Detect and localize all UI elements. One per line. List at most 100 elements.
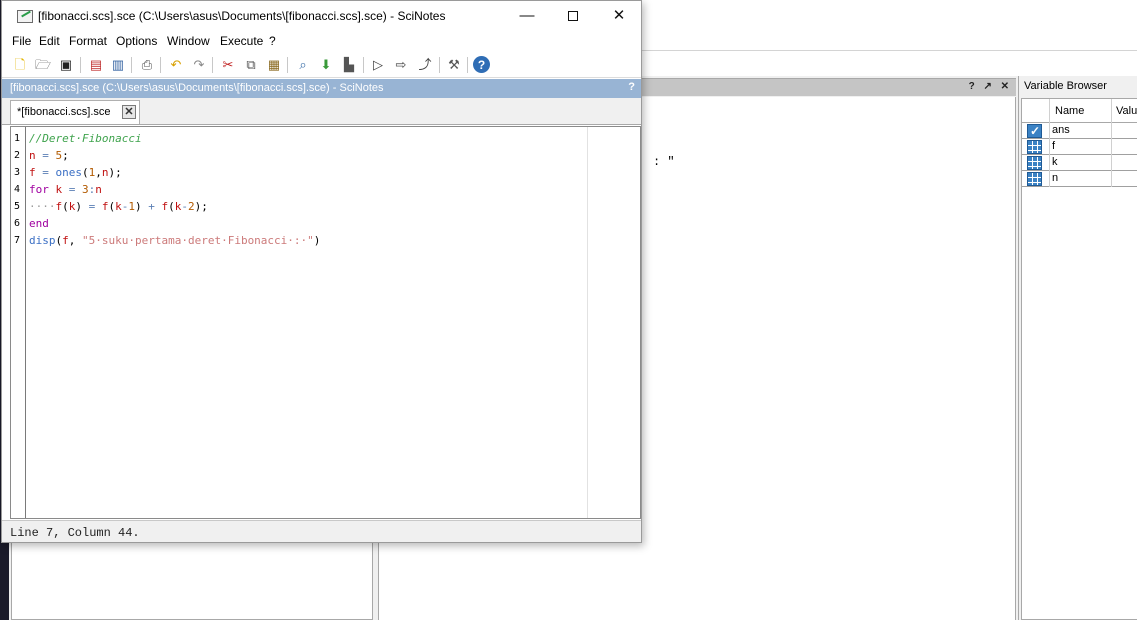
code-line[interactable]: ····f(k) = f(k-1) + f(k-2); bbox=[29, 198, 208, 215]
code-line[interactable]: f = ones(1,n); bbox=[29, 164, 122, 181]
line-number-gutter: 1 2 3 4 5 6 7 bbox=[11, 127, 26, 518]
code-token: n bbox=[101, 166, 109, 179]
variable-table-header: Name Value bbox=[1022, 99, 1137, 123]
line-number: 4 bbox=[14, 184, 21, 195]
save-icon[interactable]: ▤ bbox=[87, 56, 105, 74]
check-icon: ✓ bbox=[1027, 124, 1042, 138]
code-token: ; bbox=[62, 149, 69, 162]
code-token: disp bbox=[29, 234, 56, 247]
toolbar-separator bbox=[80, 57, 81, 73]
desktop: ? ↗ ✕ : " Variable Browser Name Value ✓ … bbox=[0, 0, 1137, 620]
code-token: 1 bbox=[128, 200, 135, 213]
scinotes-app-icon bbox=[17, 10, 33, 23]
code-line[interactable]: disp(f, "5·suku·pertama·deret·Fibonacci·… bbox=[29, 232, 320, 249]
menu-file[interactable]: File bbox=[12, 34, 31, 48]
redo-icon[interactable]: ↷ bbox=[190, 56, 208, 74]
menu-execute[interactable]: Execute bbox=[220, 34, 263, 48]
print-icon[interactable]: ⎙ bbox=[138, 56, 156, 74]
variable-row-f[interactable]: f bbox=[1022, 139, 1137, 155]
help-icon[interactable]: ? bbox=[473, 56, 490, 73]
cursor-position: Line 7, Column 44. bbox=[10, 526, 140, 540]
code-token: f bbox=[62, 234, 69, 247]
new-file-icon[interactable]: 🗋 bbox=[11, 56, 29, 74]
panel-splitter[interactable] bbox=[373, 540, 378, 620]
code-token: ( bbox=[62, 200, 69, 213]
code-editor[interactable]: 1234567 //Deret·Fibonacci n = 5; f = ones(… bbox=[10, 126, 641, 519]
menu-help[interactable]: ? bbox=[269, 34, 276, 48]
menu-options[interactable]: Options bbox=[116, 34, 157, 48]
console-header: ? ↗ ✕ bbox=[642, 78, 1016, 96]
toolbar-separator bbox=[212, 57, 213, 73]
file-browser-panel[interactable] bbox=[11, 540, 373, 620]
line-number: 6 bbox=[14, 218, 21, 229]
minimize-button[interactable]: — bbox=[504, 1, 550, 32]
code-token: for bbox=[29, 183, 49, 196]
cut-icon[interactable]: ✂ bbox=[219, 56, 237, 74]
run-selection-icon[interactable]: ⇨ bbox=[392, 56, 410, 74]
open-folder-icon[interactable]: ▣ bbox=[57, 56, 75, 74]
close-tab-icon[interactable]: ✕ bbox=[122, 105, 136, 119]
run-all-icon[interactable]: ⤴ bbox=[416, 56, 434, 74]
variable-name: n bbox=[1049, 171, 1111, 187]
minimize-icon: — bbox=[519, 7, 535, 24]
variable-name: ans bbox=[1049, 123, 1111, 139]
code-token: ) bbox=[313, 234, 321, 247]
variable-row-n[interactable]: n bbox=[1022, 171, 1137, 187]
code-token: //Deret·Fibonacci bbox=[29, 132, 142, 145]
matrix-icon bbox=[1027, 156, 1042, 170]
variable-table[interactable]: Name Value ✓ ans f k n bbox=[1021, 98, 1137, 620]
code-token: , bbox=[68, 234, 82, 247]
close-button[interactable]: ✕ bbox=[596, 1, 642, 32]
code-line[interactable]: for k = 3:n bbox=[29, 181, 102, 198]
toolbar-separator bbox=[363, 57, 364, 73]
execute-file-icon[interactable]: ▙ bbox=[340, 56, 358, 74]
column-header-name[interactable]: Name bbox=[1049, 99, 1111, 123]
code-token: = bbox=[62, 183, 82, 196]
menu-window[interactable]: Window bbox=[167, 34, 210, 48]
code-line[interactable]: end bbox=[29, 215, 49, 232]
undo-icon[interactable]: ↶ bbox=[167, 56, 185, 74]
variable-value bbox=[1111, 123, 1137, 139]
code-token: k bbox=[115, 200, 122, 213]
code-token: f bbox=[29, 166, 36, 179]
variable-browser-title: Variable Browser bbox=[1019, 76, 1137, 96]
run-icon[interactable]: ▷ bbox=[369, 56, 387, 74]
console-toolbar-area bbox=[642, 0, 1137, 76]
console-dock-controls[interactable]: ? ↗ ✕ bbox=[969, 81, 1012, 92]
column-header-value[interactable]: Value bbox=[1111, 99, 1137, 123]
maximize-icon bbox=[568, 11, 578, 21]
toolbar-separator bbox=[131, 57, 132, 73]
preferences-icon[interactable]: ⚒ bbox=[445, 56, 463, 74]
copy-icon[interactable]: ⧉ bbox=[242, 56, 260, 74]
variable-row-ans[interactable]: ✓ ans bbox=[1022, 123, 1137, 139]
help-icon[interactable]: ? bbox=[628, 81, 635, 93]
title-bar[interactable]: [fibonacci.scs].sce (C:\Users\asus\Docum… bbox=[2, 1, 641, 32]
tab-fibonacci[interactable]: *[fibonacci.scs].sce ✕ bbox=[10, 100, 140, 124]
code-token: ones bbox=[55, 166, 83, 179]
code-line[interactable]: //Deret·Fibonacci bbox=[29, 130, 142, 147]
find-icon[interactable]: ⌕ bbox=[294, 56, 312, 74]
code-token: "5·suku·pertama·deret·Fibonacci·:·" bbox=[82, 234, 314, 247]
variable-browser: Variable Browser Name Value ✓ ans f k bbox=[1018, 76, 1137, 620]
menu-edit[interactable]: Edit bbox=[39, 34, 60, 48]
line-number: 7 bbox=[14, 235, 21, 246]
variable-name: k bbox=[1049, 155, 1111, 171]
variable-row-k[interactable]: k bbox=[1022, 155, 1137, 171]
code-token: ) bbox=[75, 200, 82, 213]
code-token: 3 bbox=[82, 183, 89, 196]
code-token: f bbox=[101, 200, 109, 213]
code-token: = bbox=[35, 166, 56, 179]
code-token: , bbox=[95, 166, 102, 179]
variable-value bbox=[1111, 171, 1137, 187]
save-as-icon[interactable]: ▥ bbox=[109, 56, 127, 74]
download-icon[interactable]: ⬇ bbox=[317, 56, 335, 74]
paste-icon[interactable]: ▦ bbox=[265, 56, 283, 74]
open-icon[interactable]: 🗁 bbox=[34, 56, 52, 74]
toolbar-separator bbox=[467, 57, 468, 73]
menu-format[interactable]: Format bbox=[69, 34, 107, 48]
line-number: 2 bbox=[14, 150, 21, 161]
matrix-icon bbox=[1027, 172, 1042, 186]
code-line[interactable]: n = 5; bbox=[29, 147, 69, 164]
maximize-button[interactable] bbox=[550, 1, 596, 32]
